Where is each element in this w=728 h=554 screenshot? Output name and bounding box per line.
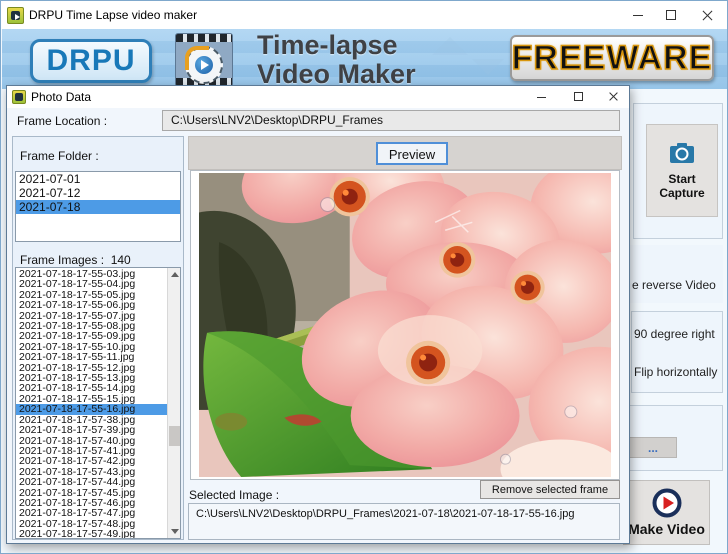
flower-photo (199, 173, 611, 477)
timelapse-app-icon (175, 33, 233, 87)
play-icon (652, 488, 681, 518)
start-capture-label: Start Capture (659, 171, 705, 200)
dialog-titlebar: Photo Data (7, 86, 629, 108)
flip-horizontally-label[interactable]: Flip horizontally (634, 365, 717, 379)
reverse-video-section (627, 245, 723, 303)
left-panel: Frame Folder : 2021-07-01 2021-07-12 2021-… (12, 136, 184, 540)
frame-location-label: Frame Location : (17, 114, 108, 128)
selected-image-label: Selected Image : (189, 488, 280, 502)
app-banner: DRPU Time-lapse Video Maker FREEWARE (2, 29, 727, 89)
dialog-icon (12, 90, 26, 104)
preview-toolbar: Preview (188, 136, 622, 170)
preview-image (190, 170, 620, 480)
camera-icon (670, 142, 694, 163)
window-title: DRPU Time Lapse video maker (29, 8, 198, 22)
flower-center (329, 176, 370, 217)
dialog-minimize-button[interactable] (527, 86, 557, 108)
frame-images-count: 140 (110, 253, 131, 267)
make-reverse-video-label[interactable]: e reverse Video (632, 278, 716, 292)
frame-images-list[interactable]: 2021-07-18-17-55-03.jpg 2021-07-18-17-55-… (15, 267, 181, 539)
image-list-item[interactable]: 2021-07-18-17-57-39.jpg (16, 425, 167, 436)
banner-title: Time-lapse Video Maker (257, 30, 416, 89)
make-video-label: Make Video (628, 521, 705, 537)
dialog-maximize-button[interactable] (564, 86, 594, 108)
scrollbar-thumb[interactable] (169, 426, 180, 446)
rotate-groupbox (631, 311, 723, 393)
selected-image-path-field[interactable]: C:\Users\LNV2\Desktop\DRPU_Frames\2021-0… (188, 503, 620, 540)
remove-selected-frame-button[interactable]: Remove selected frame (480, 480, 620, 499)
browse-button[interactable]: ... (629, 437, 677, 458)
app-icon (7, 7, 24, 24)
maximize-button[interactable] (655, 1, 689, 29)
start-capture-button[interactable]: Start Capture (646, 124, 718, 217)
frame-folder-list[interactable]: 2021-07-01 2021-07-12 2021-07-18 (15, 171, 181, 242)
freeware-badge: FREEWARE (510, 35, 714, 81)
scroll-up-arrow[interactable] (168, 268, 180, 281)
folder-list-item[interactable]: 2021-07-18 (16, 200, 180, 214)
main-titlebar: DRPU Time Lapse video maker (1, 1, 727, 29)
dialog-title: Photo Data (31, 90, 92, 104)
close-button[interactable] (691, 1, 725, 29)
photo-data-dialog: Photo Data Frame Location : C:\Users\LNV… (6, 85, 630, 544)
image-list-scrollbar[interactable] (167, 268, 180, 538)
frame-location-field[interactable]: C:\Users\LNV2\Desktop\DRPU_Frames (162, 110, 620, 131)
frame-folder-label: Frame Folder : (20, 149, 99, 163)
image-list-item[interactable]: 2021-07-18-17-57-49.jpg (16, 529, 167, 538)
preview-button[interactable]: Preview (376, 142, 448, 165)
minimize-button[interactable] (621, 1, 655, 29)
make-video-button[interactable]: Make Video (623, 480, 710, 545)
rotate-90-right-label[interactable]: 90 degree right (634, 327, 715, 341)
frame-images-label: Frame Images : 140 (20, 253, 131, 267)
folder-list-item[interactable]: 2021-07-01 (16, 172, 180, 186)
scroll-down-arrow[interactable] (168, 525, 180, 538)
folder-list-item[interactable]: 2021-07-12 (16, 186, 180, 200)
drpu-logo: DRPU (30, 39, 152, 83)
dialog-close-button[interactable] (599, 86, 629, 108)
image-list-item[interactable]: 2021-07-18-17-57-44.jpg (16, 477, 167, 488)
app-window: DRPU Time Lapse video maker DRPU Time-la… (0, 0, 728, 554)
